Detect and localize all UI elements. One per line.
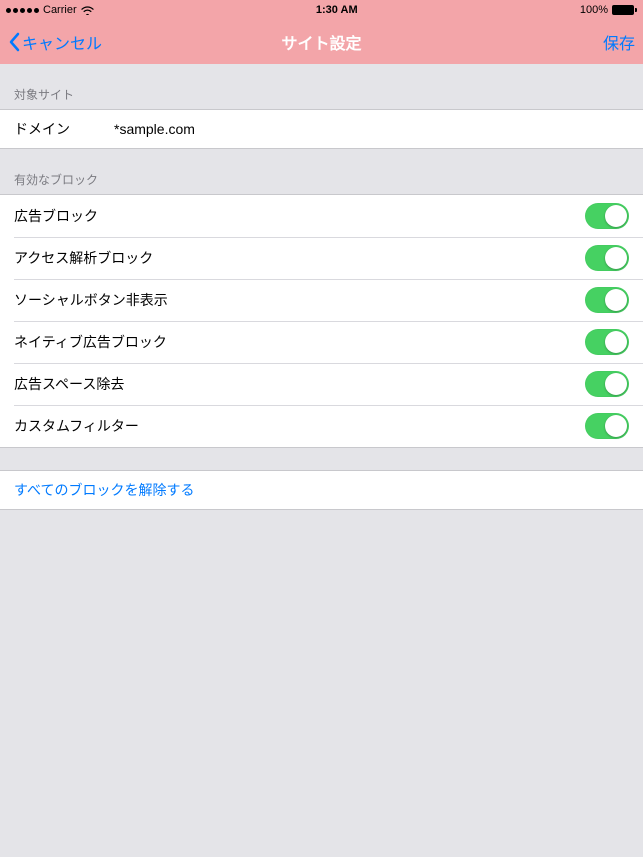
wifi-icon	[81, 6, 94, 15]
block-toggle[interactable]	[585, 329, 629, 355]
status-left: Carrier	[6, 4, 94, 16]
domain-value: *sample.com	[114, 121, 195, 137]
block-row: ネイティブ広告ブロック	[0, 321, 643, 363]
block-label: ソーシャルボタン非表示	[14, 290, 585, 310]
save-label: 保存	[603, 30, 635, 54]
section-header-target: 対象サイト	[0, 86, 643, 109]
section-target-site: 対象サイト ドメイン *sample.com	[0, 86, 643, 149]
remove-all-blocks-button[interactable]: すべてのブロックを解除する	[0, 471, 643, 509]
status-time: 1:30 AM	[316, 4, 358, 16]
block-label: 広告ブロック	[14, 206, 585, 226]
section-enabled-blocks: 有効なブロック 広告ブロック アクセス解析ブロック ソーシャルボタン非表示 ネイ…	[0, 171, 643, 448]
save-button[interactable]: 保存	[603, 30, 635, 54]
block-row: 広告スペース除去	[0, 363, 643, 405]
block-toggle[interactable]	[585, 245, 629, 271]
block-row: 広告ブロック	[0, 195, 643, 237]
section-header-blocks: 有効なブロック	[0, 171, 643, 194]
block-label: アクセス解析ブロック	[14, 248, 585, 268]
block-toggle[interactable]	[585, 203, 629, 229]
domain-row[interactable]: ドメイン *sample.com	[0, 110, 643, 148]
block-toggle[interactable]	[585, 287, 629, 313]
nav-bar: キャンセル サイト設定 保存	[0, 20, 643, 64]
signal-strength-icon	[6, 8, 39, 13]
status-bar: Carrier 1:30 AM 100%	[0, 0, 643, 20]
battery-icon	[612, 5, 637, 15]
status-right: 100%	[580, 4, 637, 16]
section-action: すべてのブロックを解除する	[0, 470, 643, 510]
cancel-label: キャンセル	[22, 30, 102, 54]
carrier-label: Carrier	[43, 4, 77, 16]
block-row: ソーシャルボタン非表示	[0, 279, 643, 321]
battery-percent: 100%	[580, 4, 608, 16]
block-label: 広告スペース除去	[14, 374, 585, 394]
chevron-left-icon	[8, 32, 20, 52]
block-row: アクセス解析ブロック	[0, 237, 643, 279]
block-label: カスタムフィルター	[14, 416, 585, 436]
cancel-button[interactable]: キャンセル	[8, 30, 102, 54]
block-toggle[interactable]	[585, 371, 629, 397]
block-toggle[interactable]	[585, 413, 629, 439]
block-row: カスタムフィルター	[0, 405, 643, 447]
block-label: ネイティブ広告ブロック	[14, 332, 585, 352]
remove-all-label: すべてのブロックを解除する	[14, 480, 194, 500]
domain-label: ドメイン	[14, 119, 114, 139]
